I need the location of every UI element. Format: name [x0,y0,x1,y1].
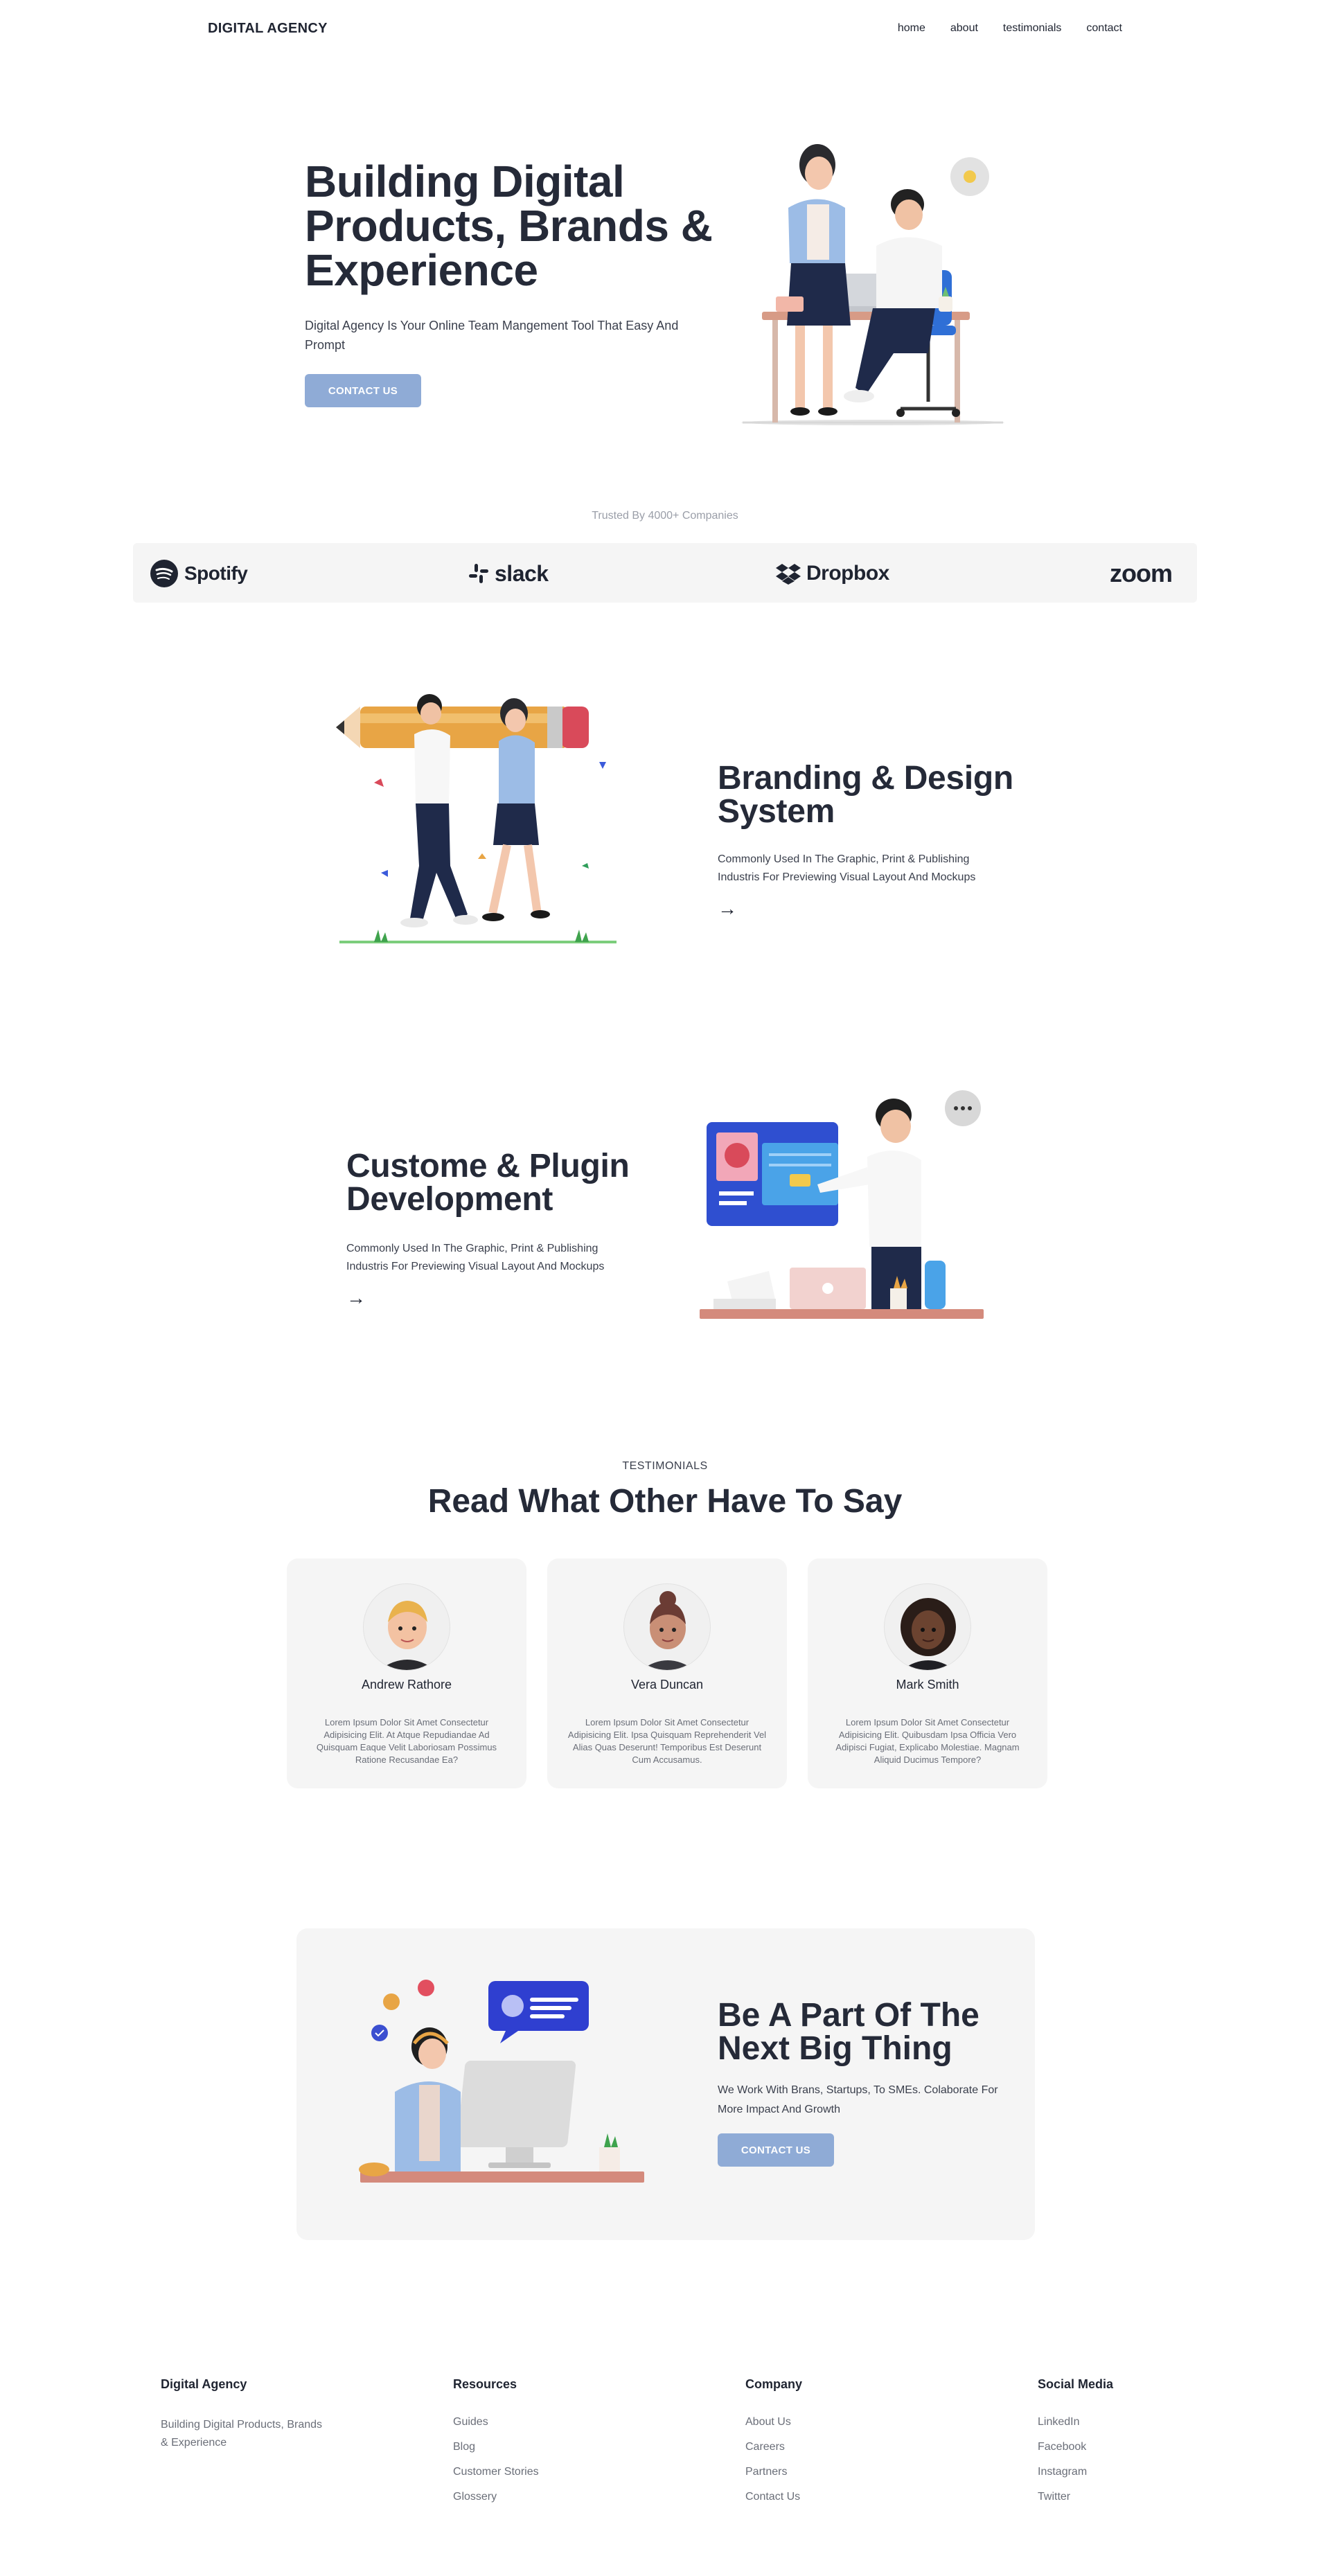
hero-subtitle: Digital Agency Is Your Online Team Mange… [305,319,679,352]
slack-icon [469,564,488,583]
feature-1-text: Commonly Used In The Graphic, Print & Pu… [718,853,976,883]
footer-link-careers[interactable]: Careers [745,2440,800,2455]
footer-brand-description: Building Digital Products, Brands & Expe… [161,2419,323,2449]
avatar [363,1583,450,1671]
footer-link-contact-us[interactable]: Contact Us [745,2489,800,2505]
brand-logo[interactable]: DIGITAL AGENCY [208,21,328,37]
testimonial-text: Lorem Ipsum Dolor Sit Amet Consectetur A… [835,1717,1020,1765]
developer-illustration [700,1090,984,1319]
testimonial-text: Lorem Ipsum Dolor Sit Amet Consectetur A… [316,1717,497,1765]
footer-link-partners[interactable]: Partners [745,2464,800,2480]
avatar [884,1583,971,1671]
client-logo-bar: Spotify slack Dropbox zoom [133,543,1197,603]
footer-heading-social: Social Media [1038,2377,1114,2391]
pencil-team-illustration [336,694,617,943]
cta-contact-button[interactable]: CONTACT US [718,2133,834,2167]
feature-2-title: Custome & Plugin Development [346,1148,630,1218]
footer-company-list: About Us Careers Partners Contact Us [745,2415,800,2505]
footer-link-about-us[interactable]: About Us [745,2415,800,2430]
hero-team-illustration [741,144,1004,425]
feature-2-arrow-icon[interactable]: → [346,1287,366,1309]
footer-link-instagram[interactable]: Instagram [1038,2464,1087,2480]
nav-link-home[interactable]: home [898,22,925,35]
avatar-vera-illustration [641,1591,695,1670]
avatar [623,1583,711,1671]
spotify-icon [150,560,178,587]
dropbox-icon [776,564,801,585]
footer-link-facebook[interactable]: Facebook [1038,2440,1087,2455]
cta-title: Be A Part Of The Next Big Thing [718,1997,979,2067]
footer-social-list: LinkedIn Facebook Instagram Twitter [1038,2415,1087,2505]
testimonial-card-1: Andrew Rathore Lorem Ipsum Dolor Sit Ame… [287,1558,526,1788]
cta-subtitle: We Work With Brans, Startups, To SMEs. C… [718,2084,998,2115]
avatar-andrew-illustration [379,1601,436,1670]
footer-link-customer-stories[interactable]: Customer Stories [453,2464,539,2480]
hero-contact-button[interactable]: CONTACT US [305,374,421,407]
footer-heading-resources: Resources [453,2377,517,2391]
testimonial-card-2: Vera Duncan Lorem Ipsum Dolor Sit Amet C… [547,1558,787,1788]
testimonial-name: Mark Smith [896,1678,959,1691]
feature-1-title: Branding & Design System [718,760,1013,830]
feature-1-arrow-icon[interactable]: → [718,898,737,920]
zoom-logo: zoom [1110,559,1173,587]
slack-logo: slack [468,560,549,587]
nav-link-about[interactable]: about [950,22,978,35]
dropbox-logo: Dropbox [776,560,889,587]
footer-link-blog[interactable]: Blog [453,2440,539,2455]
support-agent-illustration [359,1980,644,2183]
footer-brand: Digital Agency [161,2377,247,2391]
testimonials-title: Read What Other Have To Say [427,1483,903,1520]
testimonial-name: Andrew Rathore [361,1678,452,1691]
testimonial-card-3: Mark Smith Lorem Ipsum Dolor Sit Amet Co… [808,1558,1047,1788]
footer-link-linkedin[interactable]: LinkedIn [1038,2415,1087,2430]
footer-link-guides[interactable]: Guides [453,2415,539,2430]
footer-link-twitter[interactable]: Twitter [1038,2489,1087,2505]
footer-resources-list: Guides Blog Customer Stories Glossery [453,2415,539,2505]
testimonial-text: Lorem Ipsum Dolor Sit Amet Consectetur A… [567,1717,767,1765]
hero-title: Building Digital Products, Brands & Expe… [305,157,713,295]
nav-link-testimonials[interactable]: testimonials [1003,22,1061,35]
testimonials-eyebrow: TESTIMONIALS [622,1460,708,1472]
footer-heading-company: Company [745,2377,803,2391]
trusted-label: Trusted By 4000+ Companies [592,510,738,522]
testimonial-name: Vera Duncan [630,1678,704,1691]
nav-link-contact[interactable]: contact [1086,22,1122,35]
footer-link-glossery[interactable]: Glossery [453,2489,539,2505]
spotify-logo: Spotify [150,560,248,587]
feature-2-text: Commonly Used In The Graphic, Print & Pu… [346,1243,605,1272]
top-nav: home about testimonials contact [898,22,1122,35]
avatar-mark-illustration [901,1598,956,1670]
